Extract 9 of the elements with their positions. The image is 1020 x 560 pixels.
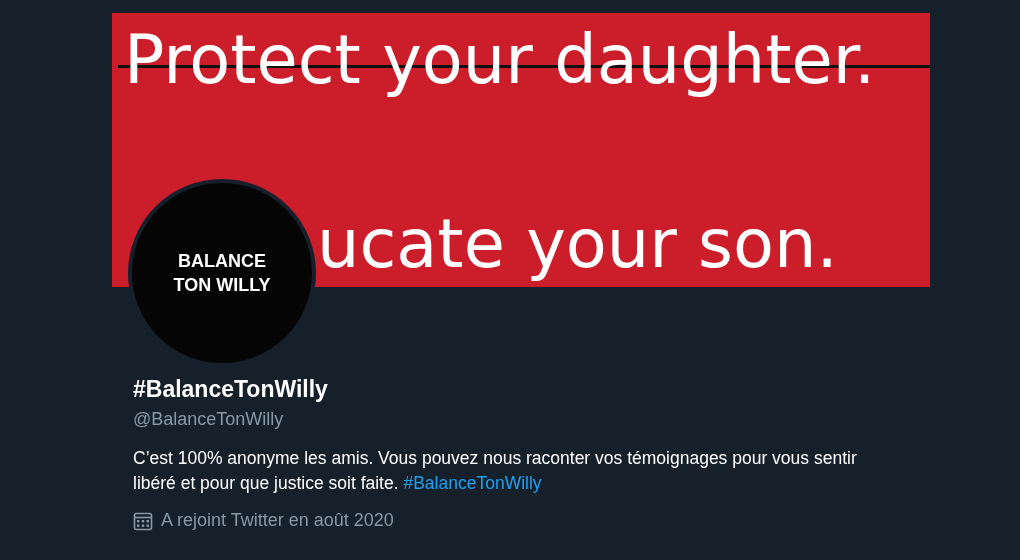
join-date: A rejoint Twitter en août 2020 xyxy=(161,510,394,531)
hashtag-link[interactable]: #BalanceTonWilly xyxy=(403,473,542,493)
avatar-text: BALANCE xyxy=(178,250,266,273)
bio-text: C’est 100% anonyme les amis. Vous pouvez nous raconter vos témoignages pour vous sentir libéré et pour que justice soit faite. #BalanceTonWilly xyxy=(133,447,858,495)
display-name: #BalanceTonWilly xyxy=(133,375,329,403)
user-handle: @BalanceTonWilly xyxy=(133,408,285,431)
avatar-text: TON WILLY xyxy=(173,274,271,297)
calendar-icon xyxy=(133,510,153,531)
banner-subline: ucate your son. xyxy=(317,205,838,283)
